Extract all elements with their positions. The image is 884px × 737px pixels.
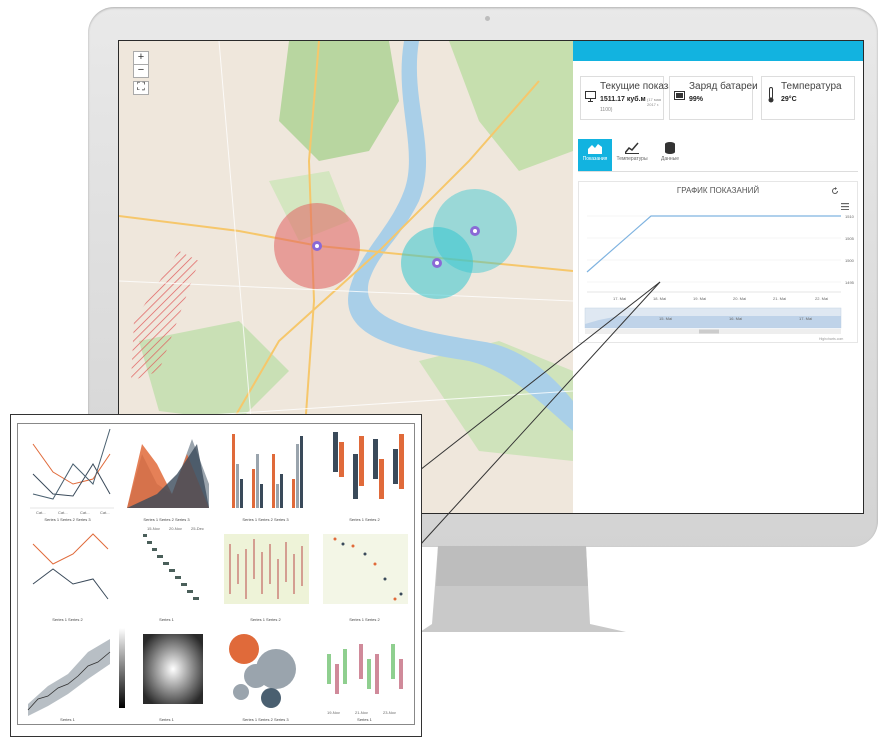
chart-gallery-callout: Cat... Cat... Cat... Cat... Series 1 Ser… (10, 414, 422, 737)
gallery-scatter-error-chart: Series 1 Series 2 (315, 524, 414, 624)
gallery-range-bar-chart: Series 1 Series 2 (315, 424, 414, 524)
gallery-band-line-chart: Series 1 (18, 624, 117, 724)
x-tick: 23-Nov (383, 710, 396, 715)
gantt-header: 15-Nov (147, 526, 160, 531)
legend: Series 1 Series 2 Series 3 (143, 517, 190, 522)
x-tick: Cat... (58, 510, 68, 515)
gallery-candlestick-chart: 19-Nov 21-Nov 23-Nov Series 1 (315, 624, 414, 724)
legend: Series 1 Series 2 (52, 617, 83, 622)
x-tick: 19-Nov (327, 710, 340, 715)
gallery-errorbar-line-chart: Series 1 Series 2 (18, 524, 117, 624)
legend: Series 1 Series 2 Series 3 (242, 717, 289, 722)
legend: Series 1 (60, 717, 75, 722)
x-tick: Cat... (100, 510, 110, 515)
legend: Series 1 (159, 717, 174, 722)
gallery-heatmap-chart: Series 1 (117, 624, 216, 724)
x-tick: Cat... (80, 510, 90, 515)
legend: Series 1 Series 2 (250, 617, 281, 622)
gantt-header: 25-Dec (191, 526, 204, 531)
legend: Series 1 Series 2 (349, 517, 380, 522)
legend: Series 1 Series 2 Series 3 (242, 517, 289, 522)
chart-gallery-grid: Cat... Cat... Cat... Cat... Series 1 Ser… (17, 423, 415, 725)
legend: Series 1 Series 2 (349, 617, 380, 622)
gallery-bar-chart: Series 1 Series 2 Series 3 (216, 424, 315, 524)
x-tick: Cat... (36, 510, 46, 515)
gallery-area-chart: Series 1 Series 2 Series 3 (117, 424, 216, 524)
gallery-line-chart: Cat... Cat... Cat... Cat... Series 1 Ser… (18, 424, 117, 524)
gallery-bubble-chart: Series 1 Series 2 Series 3 (216, 624, 315, 724)
x-tick: 21-Nov (355, 710, 368, 715)
gallery-ohlc-chart: Series 1 Series 2 (216, 524, 315, 624)
legend: Series 1 (357, 717, 372, 722)
legend: Series 1 Series 2 Series 3 (44, 517, 91, 522)
legend: Series 1 (159, 617, 174, 622)
gallery-gantt-chart: 15-Nov 20-Nov 25-Dec Series 1 (117, 524, 216, 624)
gantt-header: 20-Nov (169, 526, 182, 531)
